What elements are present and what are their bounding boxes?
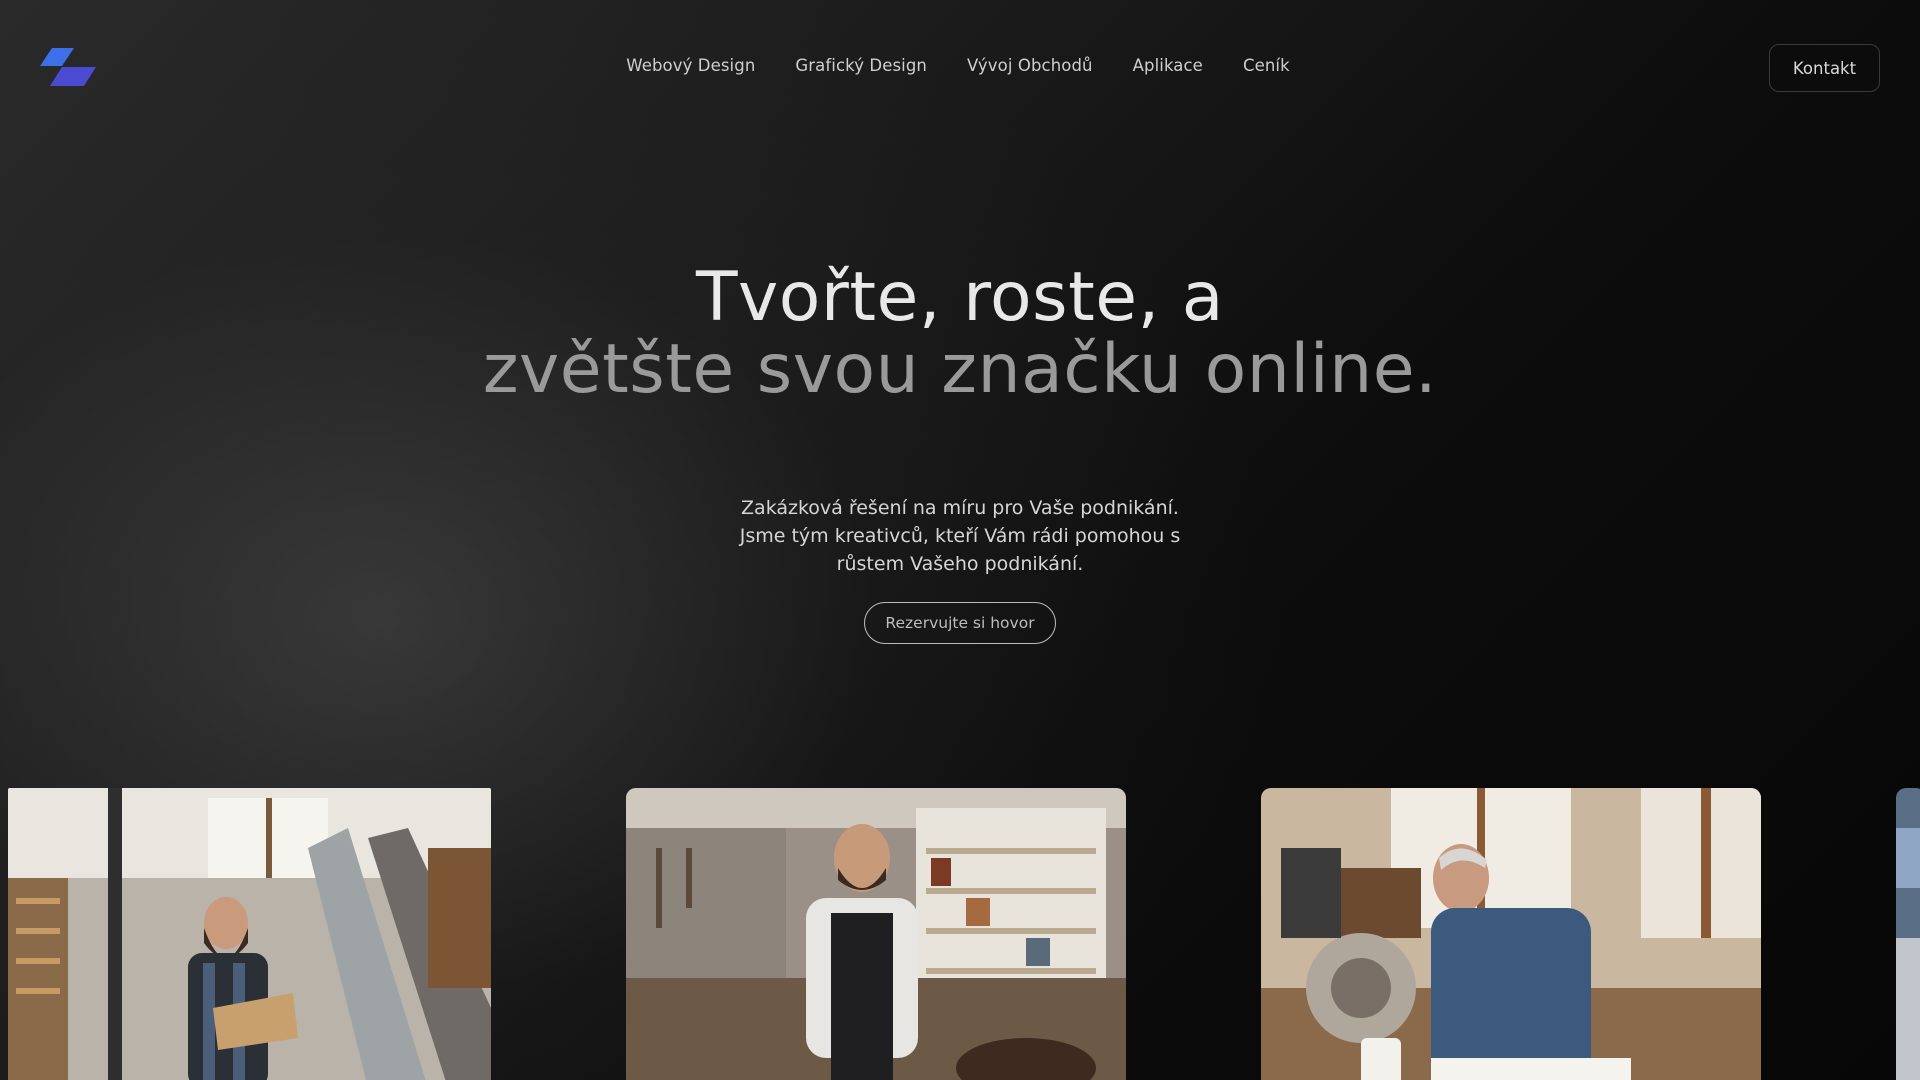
- nav-aplikace[interactable]: Aplikace: [1133, 56, 1203, 75]
- contact-button[interactable]: Kontakt: [1769, 44, 1880, 92]
- partial-workshop-photo: [1896, 788, 1920, 1080]
- nav-webovy-design[interactable]: Webový Design: [626, 56, 755, 75]
- hero-subtitle-line: růstem Vašeho podnikání.: [836, 553, 1084, 575]
- craftsman-with-clipboard-photo: [8, 788, 491, 1080]
- book-call-button[interactable]: Rezervujte si hovor: [864, 602, 1056, 644]
- hero-title-line2: zvětšte svou značku online.: [482, 330, 1438, 409]
- hero-subtitle: Zakázková řešení na míru pro Vaše podnik…: [660, 494, 1260, 578]
- older-craftsman-at-workbench-photo: [1261, 788, 1761, 1080]
- landing-page: Webový Design Grafický Design Vývoj Obch…: [0, 0, 1920, 1080]
- nav-vyvoj-obchodu[interactable]: Vývoj Obchodů: [967, 56, 1093, 75]
- nav-cenik[interactable]: Ceník: [1243, 56, 1290, 75]
- hero-subtitle-line: Zakázková řešení na míru pro Vaše podnik…: [741, 497, 1179, 519]
- craftsman-in-apron-photo: [626, 788, 1126, 1080]
- hero-subtitle-line: Jsme tým kreativců, kteří Vám rádi pomoh…: [739, 525, 1181, 547]
- nav-graficky-design[interactable]: Grafický Design: [795, 56, 927, 75]
- hero-title-line1: Tvořte, roste, a: [696, 258, 1224, 337]
- main-nav: Webový Design Grafický Design Vývoj Obch…: [0, 56, 1920, 75]
